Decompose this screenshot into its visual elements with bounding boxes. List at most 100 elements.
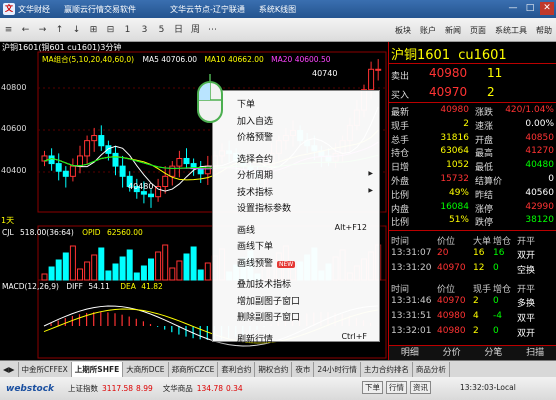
subtab-detail[interactable]: 明细 xyxy=(389,346,431,360)
exchange-tab[interactable]: 主力合约排名 xyxy=(361,361,413,377)
forward-icon[interactable]: → xyxy=(36,21,49,39)
candle-body xyxy=(148,193,154,198)
exchange-tab[interactable]: 商品分析 xyxy=(413,361,450,377)
menu-account[interactable]: 账户 xyxy=(420,25,436,36)
buy-volume: 2 xyxy=(487,85,495,99)
macd-label: MACD(12,26,9) xyxy=(2,282,59,291)
diff-label: DIFF xyxy=(66,282,83,291)
oi-value: 62560.00 xyxy=(106,228,143,237)
zoom-out-icon[interactable]: ⊟ xyxy=(104,21,117,39)
tick-cell: 2 xyxy=(473,296,479,306)
exchange-tab[interactable]: 中金所CFFEX xyxy=(19,361,72,377)
diff-value: 54.11 xyxy=(88,282,110,291)
context-menu-item-label: 叠加技术指标 xyxy=(237,280,292,290)
tabs-scroll-icon[interactable]: ◀▶ xyxy=(0,361,19,377)
context-menu-item[interactable]: 选择合约 xyxy=(237,152,273,165)
status-bar: webstock 上证指数 3117.58 8.99 文华商品 134.78 0… xyxy=(0,377,556,400)
tick-cell: 13:31:07 xyxy=(391,248,432,258)
volume-bar xyxy=(112,263,119,281)
candle-body xyxy=(162,175,169,188)
context-menu-item[interactable]: 设置指标参数 xyxy=(237,201,291,214)
minimize-button[interactable]: — xyxy=(506,2,520,15)
period-3-button[interactable]: 3 xyxy=(138,21,151,39)
context-menu-item[interactable]: 画线预警 NEW xyxy=(237,256,296,269)
menu-icon[interactable]: ≡ xyxy=(2,21,15,39)
context-menu-item[interactable]: 删除副图子窗口 xyxy=(237,310,300,323)
zoom-in-icon[interactable]: ⊞ xyxy=(87,21,100,39)
period-week-button[interactable]: 周 xyxy=(189,21,202,39)
menu-news[interactable]: 新闻 xyxy=(445,25,461,36)
volume-bar xyxy=(190,246,197,281)
menu-pages[interactable]: 页面 xyxy=(470,25,486,36)
tick-cell: 16 xyxy=(473,248,485,258)
volume-bar xyxy=(197,269,204,281)
down-icon[interactable]: ↓ xyxy=(70,21,83,39)
exchange-tab[interactable]: 郑商所CZCE xyxy=(169,361,219,377)
context-menu-item[interactable]: 画线下单 xyxy=(237,239,273,252)
period-1-button[interactable]: 1 xyxy=(121,21,134,39)
subtab-scan[interactable]: 扫描 xyxy=(514,346,556,360)
period-5-button[interactable]: 5 xyxy=(155,21,168,39)
maximize-button[interactable]: □ xyxy=(523,2,537,15)
clock: 13:32:03-Local xyxy=(460,383,516,392)
subtab-tick-by-tick[interactable]: 分笔 xyxy=(473,346,515,360)
tick-cell: 0 xyxy=(493,326,499,336)
volume-bar xyxy=(55,259,62,281)
exchange-tab[interactable]: 24小时行情 xyxy=(314,361,361,377)
high-price-label: 40740 xyxy=(312,69,338,78)
volume-bar xyxy=(69,245,76,281)
context-menu-item[interactable]: 增加副图子窗口 xyxy=(237,294,300,307)
chart-header: 沪铜1601(铜601 cu1601)3分钟 xyxy=(2,43,122,52)
tick-cell: -4 xyxy=(493,311,502,321)
context-menu-item[interactable]: 价格预警 xyxy=(237,130,273,143)
buy-price[interactable]: 40970 xyxy=(429,85,467,99)
candle-body xyxy=(105,145,112,154)
context-menu-item[interactable]: 画线 xyxy=(237,223,255,236)
server-node[interactable]: 文华云节点-辽宁联通 xyxy=(170,4,245,15)
sell-price[interactable]: 40980 xyxy=(429,66,467,80)
back-icon[interactable]: ← xyxy=(19,21,32,39)
exchange-tab[interactable]: 套利合约 xyxy=(218,361,256,377)
context-menu-item[interactable]: 加入自选 xyxy=(237,114,273,127)
stat-label: 比例 xyxy=(391,218,410,229)
app-name: 文华财经 xyxy=(18,4,50,14)
stat-label-2: 速涨 xyxy=(475,121,494,132)
buy-label: 买入 xyxy=(391,91,410,101)
context-menu-item[interactable]: 刷新行情 xyxy=(237,332,273,345)
stat-label-2: 结算价 xyxy=(475,177,503,187)
exchange-tab[interactable]: 上期所SHFE xyxy=(71,361,124,377)
period-day-button[interactable]: 日 xyxy=(172,21,185,39)
index2-name: 文华商品 xyxy=(162,384,193,393)
up-icon[interactable]: ↑ xyxy=(53,21,66,39)
volume-bar xyxy=(119,256,126,281)
close-button[interactable]: ✕ xyxy=(540,2,554,15)
context-menu-item[interactable]: 叠加技术指标 xyxy=(237,277,291,290)
stat-value-2: 38120 xyxy=(525,215,554,226)
tick-cell: 40980 xyxy=(437,311,466,321)
sell-label: 卖出 xyxy=(391,72,410,82)
info-button[interactable]: 资讯 xyxy=(410,381,431,394)
quotes-button[interactable]: 行情 xyxy=(386,381,407,394)
volume-bar xyxy=(62,252,69,281)
subtab-price-distribution[interactable]: 分价 xyxy=(431,346,473,360)
context-menu-item[interactable]: 技术指标 xyxy=(237,185,273,198)
tick-cell: 40970 xyxy=(437,296,466,306)
more-icon[interactable]: ⋯ xyxy=(206,21,219,39)
exchange-tab[interactable]: 夜市 xyxy=(292,361,315,377)
menu-sectors[interactable]: 板块 xyxy=(395,25,411,36)
exchange-tab[interactable]: 期权合约 xyxy=(255,361,293,377)
candle-body xyxy=(375,68,382,71)
tick-cell: 多换 xyxy=(517,299,536,309)
quote-panel: 沪铜1601 cu1601 卖出 40980 11 买入 40970 2 最新 4… xyxy=(388,42,556,360)
contract-code: cu1601 xyxy=(458,48,507,63)
stat-value-2: 42990 xyxy=(525,201,554,212)
menu-system-tools[interactable]: 系统工具 xyxy=(495,25,527,36)
context-menu-item[interactable]: 下单 xyxy=(237,97,255,110)
menu-help[interactable]: 帮助 xyxy=(536,25,552,36)
exchange-tab[interactable]: 大商所DCE xyxy=(123,361,169,377)
context-menu: 下单 加入自选 价格预警 选择合约 分析周期 ▶ 技术指标 ▶ 设置指标参数 画线 Alt+F12 画… xyxy=(212,90,380,345)
index1-value: 3117.58 xyxy=(102,384,134,393)
context-menu-item[interactable]: 分析周期 xyxy=(237,168,273,181)
order-button[interactable]: 下单 xyxy=(362,381,383,394)
context-menu-item-label: 选择合约 xyxy=(237,154,274,165)
